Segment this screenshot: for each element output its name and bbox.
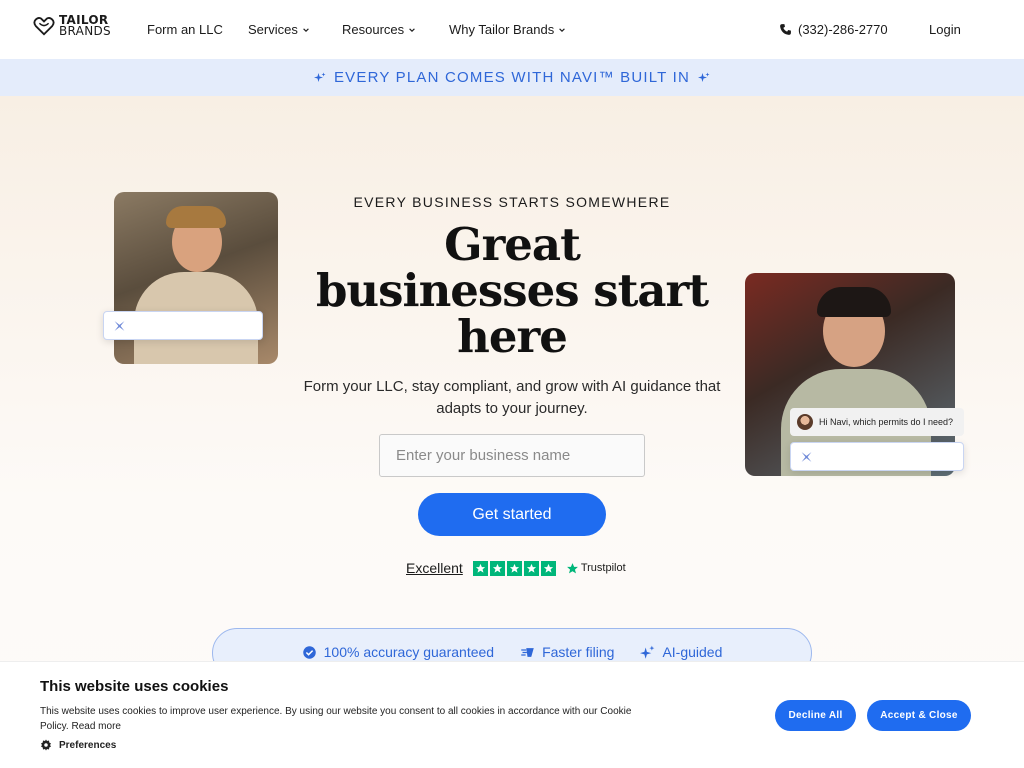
ai-prompt-chip-right [790, 442, 964, 471]
hero-headline: Great businesses start here [315, 218, 709, 363]
rating-stars [472, 560, 556, 576]
chevron-down-icon [409, 27, 415, 32]
star-icon [472, 560, 488, 576]
chevron-down-icon [559, 27, 566, 32]
nav-resources-label: Resources [342, 22, 405, 37]
cookie-banner: This website uses cookies This website u… [0, 661, 1024, 768]
navi-spark-icon [114, 320, 125, 331]
trustpilot-logo: Trustpilot [566, 562, 626, 575]
preferences-toggle[interactable]: Preferences [40, 739, 116, 751]
check-badge-icon [302, 645, 316, 659]
sparkle-icon [698, 72, 710, 82]
person-hair [817, 287, 891, 317]
chat-message: Hi Navi, which permits do I need? [819, 417, 954, 427]
sparkle-icon [640, 645, 655, 659]
feature-ai-guided: AI-guided [640, 644, 723, 660]
star-icon [506, 560, 522, 576]
nav-why-label: Why Tailor Brands [449, 22, 555, 37]
rating-label[interactable]: Excellent [406, 560, 463, 576]
hero-eyebrow: EVERY BUSINESS STARTS SOMEWHERE [353, 194, 671, 210]
nav-resources[interactable]: Resources [342, 22, 416, 37]
trustpilot-rating[interactable]: Excellent Trustpilot [406, 560, 626, 576]
feature-accuracy-label: 100% accuracy guaranteed [323, 644, 495, 660]
phone-link[interactable]: (332)-286-2770 [779, 22, 888, 37]
feature-faster-filing: Faster filing [520, 644, 615, 660]
star-icon [540, 560, 556, 576]
login-link[interactable]: Login [929, 22, 961, 37]
nav-services[interactable]: Services [248, 22, 310, 37]
nav-form-llc[interactable]: Form an LLC [147, 22, 223, 37]
nav-why-tailor-brands[interactable]: Why Tailor Brands [449, 22, 566, 37]
sparkle-icon [313, 72, 326, 82]
speed-icon [521, 647, 534, 657]
brand-heart-icon [33, 17, 55, 36]
ai-prompt-chip-left [103, 311, 263, 340]
accept-close-button[interactable]: Accept & Close [867, 700, 971, 731]
trustpilot-name: Trustpilot [580, 562, 626, 574]
get-started-button[interactable]: Get started [418, 493, 606, 536]
chevron-down-icon [303, 27, 309, 32]
cookie-body: This website uses cookies to improve use… [40, 706, 632, 732]
phone-number: (332)-286-2770 [798, 22, 888, 37]
feature-accuracy: 100% accuracy guaranteed [302, 644, 495, 660]
trustpilot-star-icon [566, 562, 578, 573]
business-name-input[interactable] [379, 434, 645, 477]
gear-icon [41, 739, 51, 751]
feature-ai-guided-label: AI-guided [662, 644, 723, 660]
top-nav: TAILOR BRANDS Form an LLC Services Resour… [0, 0, 1024, 59]
banner-text: EVERY PLAN COMES WITH NAVI™ BUILT IN [333, 69, 691, 86]
promo-banner: EVERY PLAN COMES WITH NAVI™ BUILT IN [0, 59, 1024, 96]
phone-icon [780, 24, 791, 35]
nav-services-label: Services [248, 22, 298, 37]
star-icon [489, 560, 505, 576]
cookie-text: This website uses cookies to improve use… [40, 704, 650, 734]
read-more-link[interactable]: Read more [72, 721, 121, 732]
hero-subtitle: Form your LLC, stay compliant, and grow … [303, 378, 721, 417]
chat-bubble: Hi Navi, which permits do I need? [790, 408, 964, 436]
navi-spark-icon [801, 451, 812, 462]
nav-form-llc-label: Form an LLC [147, 22, 223, 37]
user-avatar [797, 414, 813, 430]
feature-faster-filing-label: Faster filing [542, 644, 615, 660]
cookie-title: This website uses cookies [40, 678, 229, 695]
decline-all-button[interactable]: Decline All [775, 700, 856, 731]
brand-line2: BRANDS [59, 24, 111, 38]
preferences-label: Preferences [59, 739, 117, 751]
brand-logo[interactable]: TAILOR BRANDS [33, 14, 111, 38]
star-icon [523, 560, 539, 576]
